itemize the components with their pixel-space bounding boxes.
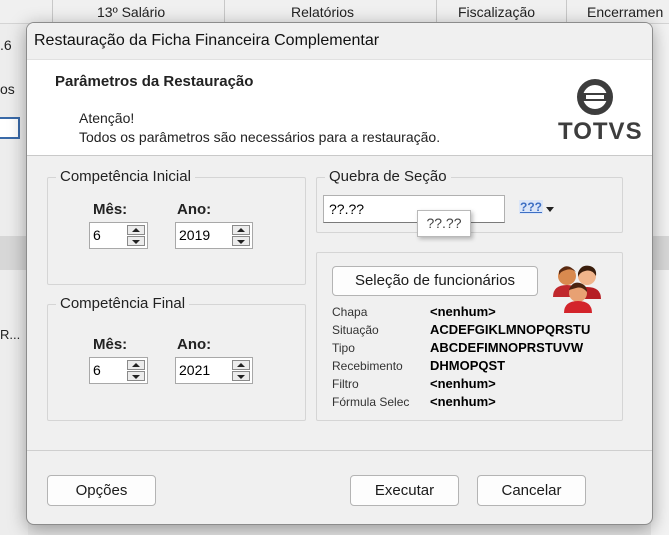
ano-final-label: Ano:	[177, 336, 212, 353]
info-key-recebimento: Recebimento	[332, 359, 403, 373]
spin-down-button[interactable]	[127, 236, 145, 246]
restauracao-dialog: Restauração da Ficha Financeira Compleme…	[26, 22, 653, 525]
info-value-recebimento: DHMOPQST	[430, 358, 506, 373]
mes-final-label: Mês:	[93, 336, 128, 353]
header-message: Todos os parâmetros são necessários para…	[79, 129, 441, 145]
info-value-situacao: ACDEFGIKLMNOPQRSTU	[430, 322, 591, 337]
dialog-title: Restauração da Ficha Financeira Compleme…	[27, 23, 652, 59]
mes-final-spin-buttons	[127, 360, 145, 381]
mes-final-spinner[interactable]: 6	[89, 357, 148, 384]
background-left-panel: .6 os R...	[0, 24, 28, 535]
mes-inicial-spin-buttons	[127, 225, 145, 246]
background-field-icon[interactable]	[0, 117, 20, 139]
info-key-situacao: Situação	[332, 323, 379, 337]
info-key-formula: Fórmula Selec	[332, 395, 410, 409]
ano-final-spinner[interactable]: 2021	[175, 357, 253, 384]
ano-final-spin-buttons	[232, 360, 250, 381]
mes-final-value[interactable]: 6	[93, 358, 101, 383]
ano-inicial-spin-buttons	[232, 225, 250, 246]
executar-button[interactable]: Executar	[350, 475, 459, 506]
competencia-inicial-label: Competência Inicial	[56, 168, 195, 185]
selecao-funcionarios-button[interactable]: Seleção de funcionários	[332, 266, 538, 296]
opcoes-button[interactable]: Opções	[47, 475, 156, 506]
mes-inicial-value[interactable]: 6	[93, 223, 101, 248]
totvs-logo-icon	[577, 79, 613, 115]
spin-down-button[interactable]	[127, 371, 145, 381]
mes-inicial-label: Mês:	[93, 201, 128, 218]
lookup-icon: ???	[519, 200, 543, 214]
info-key-tipo: Tipo	[332, 341, 355, 355]
spin-up-button[interactable]	[127, 225, 145, 235]
info-value-tipo: ABCDEFIMNOPRSTUVW	[430, 340, 584, 355]
header-warning: Atenção!	[79, 110, 135, 126]
competencia-final-label: Competência Final	[56, 295, 190, 312]
chevron-down-icon	[546, 207, 554, 212]
background-left-text: R...	[0, 327, 21, 342]
background-tab-fiscalizacao[interactable]: Fiscalização	[436, 0, 566, 24]
info-key-filtro: Filtro	[332, 377, 359, 391]
totvs-logo-text: TOTVS	[558, 118, 643, 145]
spin-down-button[interactable]	[232, 236, 250, 246]
quebra-secao-tooltip: ??.??	[417, 210, 471, 237]
info-key-chapa: Chapa	[332, 305, 368, 319]
ano-final-value[interactable]: 2021	[179, 358, 210, 383]
quebra-secao-input[interactable]: ??.??	[323, 195, 505, 223]
quebra-secao-dropdown[interactable]: ???	[517, 195, 557, 223]
background-tab-blank[interactable]	[0, 0, 52, 24]
ano-inicial-label: Ano:	[177, 201, 212, 218]
footer-separator	[27, 450, 652, 451]
background-tab-encerramento[interactable]: Encerramen	[566, 0, 669, 24]
background-row-highlight	[651, 236, 669, 270]
spin-up-button[interactable]	[232, 360, 250, 370]
background-tab-bar: 13º Salário Relatórios Fiscalização Ence…	[0, 0, 669, 24]
header-heading: Parâmetros da Restauração	[55, 73, 254, 90]
info-value-filtro: <nenhum>	[430, 376, 496, 391]
ano-inicial-spinner[interactable]: 2019	[175, 222, 253, 249]
spin-up-button[interactable]	[127, 360, 145, 370]
quebra-secao-label: Quebra de Seção	[325, 168, 451, 185]
background-left-text: os	[0, 81, 15, 97]
info-value-formula: <nenhum>	[430, 394, 496, 409]
background-row-highlight	[0, 236, 28, 270]
background-right-panel	[651, 24, 669, 535]
background-tab-relatorios[interactable]: Relatórios	[224, 0, 436, 24]
mes-inicial-spinner[interactable]: 6	[89, 222, 148, 249]
info-value-chapa: <nenhum>	[430, 304, 496, 319]
spin-up-button[interactable]	[232, 225, 250, 235]
cancelar-button[interactable]: Cancelar	[477, 475, 586, 506]
ano-inicial-value[interactable]: 2019	[179, 223, 210, 248]
spin-down-button[interactable]	[232, 371, 250, 381]
background-left-text: .6	[0, 37, 12, 53]
background-tab-13-salario[interactable]: 13º Salário	[52, 0, 224, 24]
